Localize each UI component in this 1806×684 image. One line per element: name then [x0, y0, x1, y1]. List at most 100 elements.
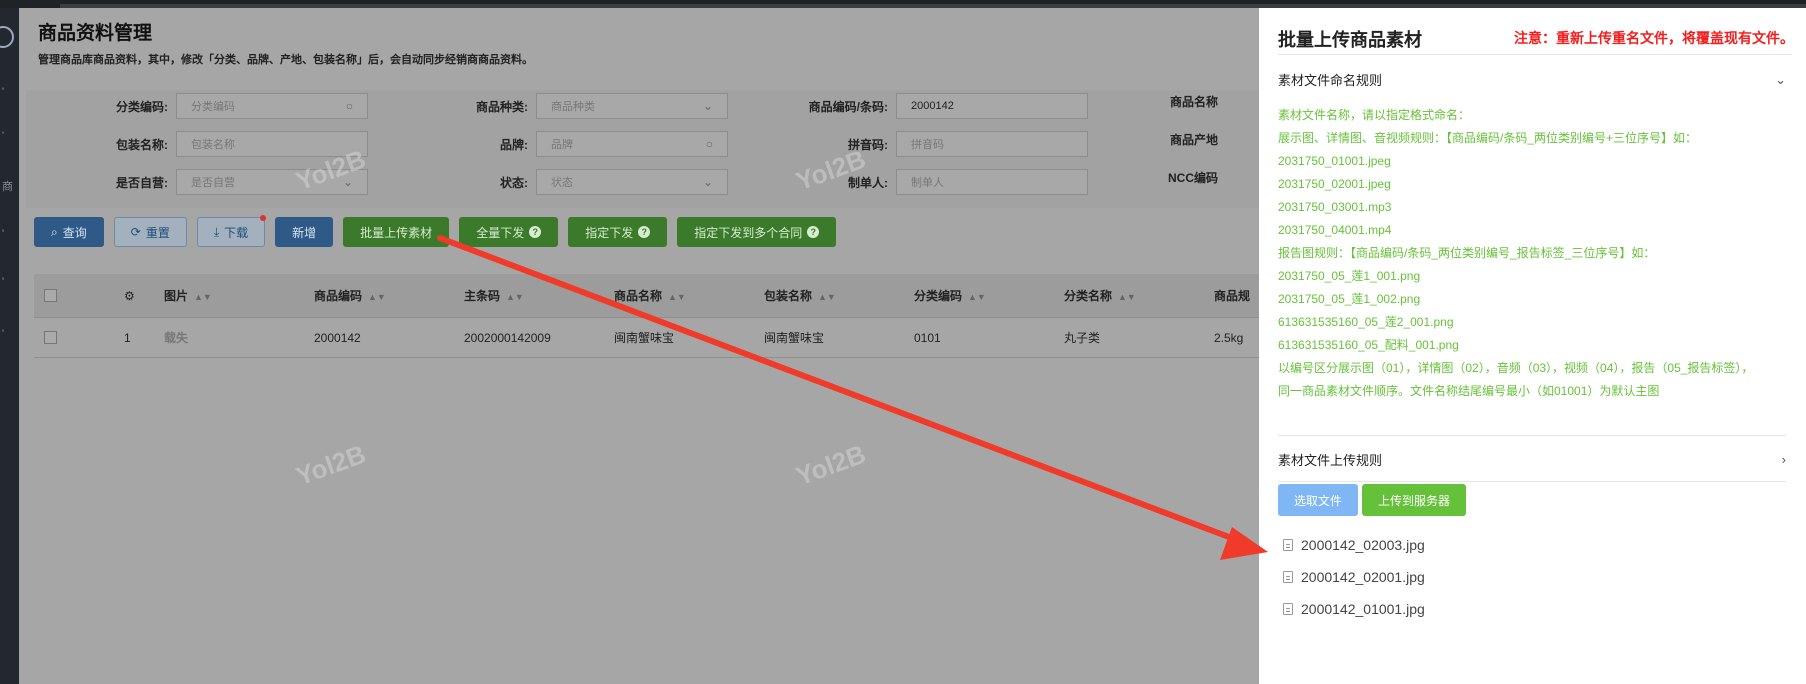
filter-product-name: 商品名称 [1126, 93, 1226, 110]
sidebar-mark[interactable]: ' [2, 86, 4, 98]
filter-pinyin: 拼音码: 拼音码 [776, 131, 1088, 157]
file-list: 2000142_02003.jpg 2000142_02001.jpg 2000… [1283, 529, 1425, 625]
toolbar: ⌕ 查询 ⟳ 重置 ⤓ 下载 新增 批量上传素材 全量下发? 指定下发? 指定下发到多… [34, 215, 837, 247]
page-header: 商品资料管理 管理商品库商品资料，其中，修改「分类、品牌、产地、包装名称」后，会… [38, 18, 533, 67]
sort-icon: ▲▼ [368, 292, 386, 302]
product-code-input[interactable]: 2000142 [896, 93, 1088, 119]
filter-label: 品牌: [500, 137, 528, 152]
row-category-name: 丸子类 [1064, 331, 1101, 345]
filter-package-name: 包装名称: 包装名称 [56, 131, 368, 157]
brand-input[interactable]: 品牌 ○ [536, 131, 728, 157]
naming-rules-title: 素材文件命名规则 [1278, 73, 1383, 88]
rule-line: 报告图规则：【商品编码/条码_两位类别编号_报告标签_三位序号】如： [1278, 246, 1656, 260]
pinyin-input[interactable]: 拼音码 [896, 131, 1088, 157]
sidebar-item[interactable]: 商 [2, 178, 13, 194]
filter-label: 商品种类: [476, 99, 528, 114]
sidebar: ' ' 商 ' ' ' [0, 8, 19, 684]
divider [1278, 481, 1786, 482]
rule-line: 613631535160_05_莲2_001.png [1278, 315, 1454, 329]
row-barcode: 2002000142009 [464, 330, 551, 345]
row-name: 闽南蟹味宝 [614, 331, 675, 345]
filter-label: NCC编码 [1168, 171, 1218, 185]
naming-rules-content: 素材文件名称，请以指定格式命名： 展示图、详情图、音视频规则：【商品编码/条码_… [1278, 104, 1798, 403]
query-button[interactable]: ⌕ 查询 [34, 217, 104, 247]
file-item[interactable]: 2000142_02003.jpg [1283, 529, 1425, 561]
upload-rules-collapse-header[interactable]: 素材文件上传规则 › [1278, 450, 1786, 469]
column-header[interactable]: 包装名称 ▲▼ [764, 287, 914, 304]
chevron-down-icon: ⌄ [702, 99, 713, 113]
chevron-right-icon: › [1781, 452, 1786, 467]
filter-label: 是否自营: [116, 175, 168, 190]
batch-upload-button[interactable]: 批量上传素材 [343, 217, 450, 247]
page-title: 商品资料管理 [38, 23, 153, 44]
status-select[interactable]: 状态 ⌄ [536, 169, 728, 195]
sort-icon: ▲▼ [668, 292, 686, 302]
download-button[interactable]: ⤓ 下载 [196, 215, 267, 247]
reset-button[interactable]: ⟳ 重置 [113, 217, 187, 247]
chevron-down-icon: ⌄ [702, 175, 713, 189]
rule-line: 素材文件名称，请以指定格式命名： [1278, 108, 1471, 122]
sidebar-mark[interactable]: ' [2, 328, 4, 340]
rule-line: 以编号区分展示图（01），详情图（02），音频（03），视频（04），报告（05… [1278, 361, 1754, 375]
dispatch-specified-button[interactable]: 指定下发? [568, 217, 668, 247]
product-table: ⚙ 图片 ▲▼ 商品编码 ▲▼ 主条码 ▲▼ 商品名称 ▲▼ 包装名称 ▲▼ 分类编码 ▲▼… [34, 274, 1260, 358]
document-icon [1283, 539, 1293, 551]
upload-to-server-button[interactable]: 上传到服务器 [1362, 484, 1467, 516]
drawer-title: 批量上传商品素材 [1278, 30, 1422, 50]
file-item[interactable]: 2000142_01001.jpg [1283, 593, 1425, 625]
column-header[interactable]: 图片 ▲▼ [164, 287, 314, 304]
upload-actions: 选取文件 上传到服务器 [1278, 484, 1467, 516]
filter-label: 商品名称 [1169, 95, 1218, 109]
dispatch-multi-contract-button[interactable]: 指定下发到多个合同? [677, 217, 837, 247]
row-image[interactable]: 载失 [164, 329, 314, 346]
logo-icon[interactable] [0, 26, 14, 48]
product-type-select[interactable]: 商品种类 ⌄ [536, 93, 728, 119]
sidebar-mark[interactable]: ' [2, 228, 4, 240]
document-icon [1283, 571, 1293, 583]
row-category-code: 0101 [914, 330, 941, 345]
file-name: 2000142_02001.jpg [1301, 569, 1425, 585]
creator-input[interactable]: 制单人 [896, 169, 1088, 195]
gear-icon[interactable]: ⚙ [94, 289, 164, 303]
category-code-input[interactable]: 分类编码 ○ [176, 93, 368, 119]
overwrite-warning: 注意：重新上传重名文件，将覆盖现有文件。 [1514, 30, 1794, 46]
column-header[interactable]: 主条码 ▲▼ [464, 287, 614, 304]
add-button[interactable]: 新增 [275, 217, 334, 247]
column-header[interactable]: 分类名称 ▲▼ [1064, 287, 1214, 304]
filter-brand: 品牌: 品牌 ○ [416, 131, 728, 157]
filter-label: 商品编码/条码: [808, 99, 888, 114]
sidebar-mark[interactable]: ' [2, 276, 4, 288]
search-icon: ⌕ [51, 224, 58, 239]
top-bar [0, 0, 1806, 8]
filter-label: 拼音码: [848, 137, 888, 152]
naming-rules-collapse-header[interactable]: 素材文件命名规则 ⌄ [1278, 70, 1786, 89]
column-header[interactable]: 商品名称 ▲▼ [614, 287, 764, 304]
row-checkbox[interactable] [44, 331, 57, 344]
rule-line: 2031750_05_莲1_001.png [1278, 269, 1421, 283]
divider [1278, 54, 1792, 55]
select-file-button[interactable]: 选取文件 [1278, 484, 1359, 516]
page-description: 管理商品库商品资料，其中，修改「分类、品牌、产地、包装名称」后，会自动同步经销商… [38, 54, 533, 66]
divider [1278, 435, 1786, 436]
rule-line: 展示图、详情图、音视频规则：【商品编码/条码_两位类别编号+三位序号】如： [1278, 131, 1698, 145]
chevron-down-icon: ⌄ [1775, 71, 1786, 87]
search-icon: ○ [705, 137, 713, 151]
column-header[interactable]: 分类编码 ▲▼ [914, 287, 1064, 304]
select-all-checkbox[interactable] [44, 289, 57, 302]
rule-line: 同一商品素材文件顺序。文件名称结尾编号最小（如01001）为默认主图 [1278, 384, 1660, 398]
document-icon [1283, 603, 1293, 615]
filter-status: 状态: 状态 ⌄ [416, 169, 728, 195]
column-header[interactable]: 商品编码 ▲▼ [314, 287, 464, 304]
sort-icon: ▲▼ [968, 292, 986, 302]
search-icon: ○ [345, 99, 353, 113]
table-row[interactable]: 1 载失 2000142 2002000142009 闽南蟹味宝 闽南蟹味宝 0… [34, 318, 1260, 358]
sidebar-mark[interactable]: ' [2, 130, 4, 142]
notification-dot [260, 215, 267, 221]
help-icon: ? [529, 226, 542, 238]
row-checkbox-cell [34, 331, 94, 344]
table-header: ⚙ 图片 ▲▼ 商品编码 ▲▼ 主条码 ▲▼ 商品名称 ▲▼ 包装名称 ▲▼ 分类编码 ▲▼… [34, 274, 1260, 318]
filter-product-code: 商品编码/条码: 2000142 [776, 93, 1088, 119]
row-package: 闽南蟹味宝 [764, 331, 825, 345]
file-item[interactable]: 2000142_02001.jpg [1283, 561, 1425, 593]
dispatch-all-button[interactable]: 全量下发? [459, 217, 559, 247]
